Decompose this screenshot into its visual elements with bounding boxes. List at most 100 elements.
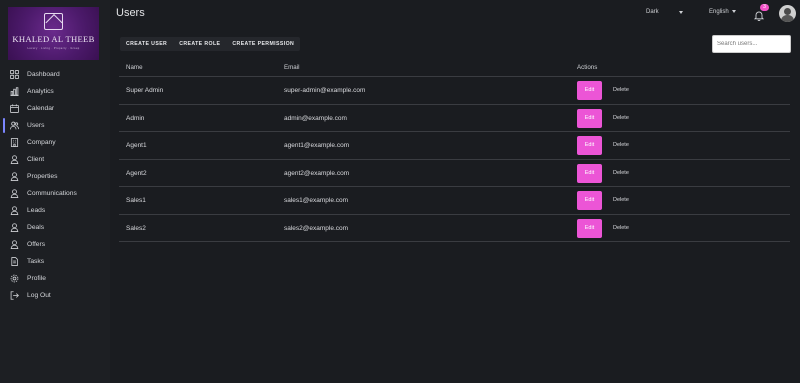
user-name: Agent2 [126,169,147,177]
table-row: Super Admin super-admin@example.com Edit… [119,77,790,105]
sidebar-item-profile[interactable]: Profile [0,270,110,287]
table-row: Sales1 sales1@example.com Edit Delete [119,187,790,215]
table-header: Name Email Actions [119,60,790,77]
bar-chart-icon [10,87,19,96]
column-header-email: Email [284,64,300,71]
sidebar-item-label: Properties [27,173,58,180]
sidebar-item-leads[interactable]: Leads [0,202,110,219]
logout-icon [10,291,19,300]
page-title: Users [116,7,145,19]
table-row: Sales2 sales2@example.com Edit Delete [119,215,790,242]
edit-button[interactable]: Edit [577,163,602,183]
document-icon [10,257,19,266]
edit-button[interactable]: Edit [577,108,602,128]
sidebar-item-label: Users [27,122,45,129]
sidebar-item-label: Communications [27,190,77,197]
notification-badge: 3 [760,4,769,11]
user-name: Super Admin [126,87,164,94]
user-icon [10,240,19,249]
column-header-name: Name [126,64,143,71]
user-email: super-admin@example.com [284,87,366,94]
delete-button[interactable]: Delete [613,87,629,93]
sidebar-item-label: Offers [27,241,46,248]
sidebar-item-label: Dashboard [27,71,60,78]
user-email: agent1@example.com [284,142,350,149]
user-icon [10,155,19,164]
table-row: Agent1 agent1@example.com Edit Delete [119,132,790,160]
sidebar-item-label: Deals [27,224,45,231]
user-email: sales2@example.com [284,224,349,232]
create-permission-button[interactable]: CREATE PERMISSION [226,37,300,51]
sidebar-item-users[interactable]: Users [0,117,110,134]
sidebar-item-tasks[interactable]: Tasks [0,253,110,270]
user-name: Admin [126,114,145,122]
sidebar-item-label: Analytics [27,88,54,95]
user-avatar[interactable] [779,5,796,22]
sidebar: KHALED AL THEEB Luxury · Living · Proper… [0,0,110,383]
sidebar-item-communications[interactable]: Communications [0,185,110,202]
column-header-actions: Actions [577,64,598,71]
edit-button[interactable]: Edit [577,218,602,238]
edit-button[interactable]: Edit [577,81,602,100]
edit-button[interactable]: Edit [577,191,602,210]
sidebar-item-label: Company [27,139,56,146]
create-role-button[interactable]: CREATE ROLE [173,37,226,51]
language-select-value: English [709,9,729,15]
sidebar-item-label: Log Out [27,292,51,299]
sidebar-nav: Dashboard Analytics Calendar Users Compa… [0,66,110,304]
chevron-down-icon [731,9,736,13]
user-email: admin@example.com [284,114,347,122]
sidebar-item-offers[interactable]: Offers [0,236,110,253]
sidebar-item-client[interactable]: Client [0,151,110,168]
table-row: Admin admin@example.com Edit Delete [119,105,790,132]
theme-select-value: Dark [646,9,659,15]
user-name: Agent1 [126,142,147,149]
delete-button[interactable]: Delete [613,170,629,176]
sidebar-item-properties[interactable]: Properties [0,168,110,185]
delete-button[interactable]: Delete [613,197,629,203]
logo-emblem-icon [44,13,63,30]
user-email: sales1@example.com [284,197,349,204]
sidebar-item-calendar[interactable]: Calendar [0,100,110,117]
sidebar-item-label: Calendar [27,105,55,112]
delete-button[interactable]: Delete [613,115,629,121]
table-row: Agent2 agent2@example.com Edit Delete [119,160,790,187]
calendar-icon [10,104,19,113]
sidebar-item-label: Client [27,156,45,163]
user-icon [10,189,19,198]
building-icon [10,138,19,147]
sidebar-item-label: Leads [27,207,46,214]
create-user-button[interactable]: CREATE USER [120,37,173,51]
grid-icon [10,70,19,79]
users-icon [10,121,19,130]
brand-title: KHALED AL THEEB [12,34,95,44]
user-name: Sales2 [126,224,146,232]
user-icon [10,206,19,215]
brand-subtitle: Luxury · Living · Property · Group [27,47,80,50]
users-table: Name Email Actions Super Admin super-adm… [119,60,790,242]
action-button-group: CREATE USER CREATE ROLE CREATE PERMISSIO… [120,37,301,51]
user-email: agent2@example.com [284,169,350,177]
avatar-body [781,15,794,22]
sidebar-item-dashboard[interactable]: Dashboard [0,66,110,83]
sidebar-item-analytics[interactable]: Analytics [0,83,110,100]
sidebar-item-deals[interactable]: Deals [0,219,110,236]
sidebar-item-label: Tasks [27,258,45,265]
sidebar-item-logout[interactable]: Log Out [0,287,110,304]
user-name: Sales1 [126,197,146,204]
gear-icon [10,274,19,283]
chevron-down-icon [679,11,683,14]
sidebar-item-label: Profile [27,275,46,282]
brand-logo[interactable]: KHALED AL THEEB Luxury · Living · Proper… [8,7,99,60]
theme-select[interactable]: Dark [646,9,686,19]
delete-button[interactable]: Delete [613,225,629,231]
delete-button[interactable]: Delete [613,142,629,148]
sidebar-item-company[interactable]: Company [0,134,110,151]
language-select[interactable]: English [709,9,736,15]
search-users-input[interactable] [712,35,791,53]
edit-button[interactable]: Edit [577,136,602,155]
user-icon [10,172,19,181]
avatar-head [784,8,791,15]
user-icon [10,223,19,232]
top-header: Users Dark English 3 [110,0,800,28]
